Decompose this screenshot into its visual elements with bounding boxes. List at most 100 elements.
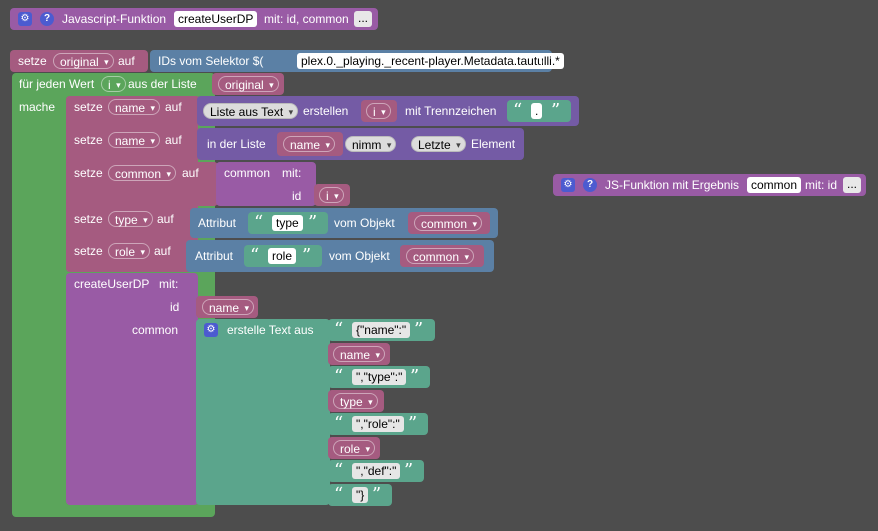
to-label: auf [118,54,135,68]
selector-block[interactable]: IDs vom Selektor $( plex.0._playing._rec… [150,50,564,72]
object-variable-block[interactable]: common [408,212,490,234]
list-mode-dropdown[interactable]: Liste aus Text [203,103,299,120]
variable-dropdown[interactable]: name [108,132,161,149]
set-common-block[interactable]: setze common auf [66,162,218,206]
variable-item-dropdown[interactable]: type [333,393,378,410]
id-variable-block[interactable]: name [196,296,258,318]
object-variable-block[interactable]: common [400,245,484,267]
js-function-params-label: mit: id [805,178,838,192]
call-common-block[interactable]: common mit: id [216,162,316,206]
variable-dropdown[interactable]: type [108,211,153,228]
variable-item-block[interactable]: type [328,390,384,412]
argument-variable-dropdown[interactable]: i [319,187,344,204]
do-label: mache [19,100,56,114]
attribute-key-block[interactable]: “ role ” [244,245,322,267]
argument-variable-block[interactable]: i [314,184,350,206]
list-variable-block[interactable]: original [212,73,284,95]
help-icon[interactable]: ? [40,12,54,26]
source-variable-block[interactable]: i [361,100,397,122]
gear-icon[interactable]: ⚙ [561,178,575,192]
id-variable-dropdown[interactable]: name [202,299,255,316]
variable-dropdown[interactable]: name [108,99,161,116]
function-params-label: mit: id, common [264,12,349,26]
function-more-button[interactable]: ... [354,11,373,27]
text-item-block[interactable]: “ ","role":" ” [328,413,428,435]
create-user-dp-call-block[interactable]: createUserDP mit: id common [66,273,198,505]
delimiter-input[interactable]: . [531,103,543,119]
js-function-more-button[interactable]: ... [843,177,862,193]
text-item-input[interactable]: ","def":" [352,463,401,479]
quote-close-icon: ” [372,484,382,505]
list-name-variable-block[interactable]: name [277,132,343,156]
object-variable-dropdown[interactable]: common [406,248,475,265]
attribute-type-block[interactable]: Attribut “ type ” vom Objekt common [190,208,498,238]
text-item-input[interactable]: ","role":" [352,416,404,432]
to-label: auf [154,244,171,258]
attribute-key-input[interactable]: role [268,248,297,264]
text-item-block[interactable]: “ {"name":" ” [328,319,435,341]
variable-item-dropdown[interactable]: name [333,346,386,363]
quote-close-icon: ” [551,100,561,121]
set-label: setze [74,212,103,226]
for-each-label: für jeden Wert [19,77,95,91]
variable-dropdown[interactable]: role [108,243,151,260]
variable-item-block[interactable]: role [328,437,380,459]
function-call-label: common [224,166,271,180]
object-variable-dropdown[interactable]: common [414,215,483,232]
quote-open-icon: “ [334,484,344,505]
list-variable-dropdown[interactable]: original [218,76,279,93]
js-function-name-field[interactable]: common [747,177,802,193]
selector-input[interactable]: plex.0._playing._recent-player.Metadata.… [297,53,564,69]
function-definition-block[interactable]: ⚙ ? Javascript-Funktion createUserDP mit… [10,8,378,30]
set-name-split-block[interactable]: setze name auf [66,96,200,126]
call-label: createUserDP [74,277,150,291]
quote-close-icon: ” [302,245,312,266]
selector-close-label: ) [539,54,543,68]
take-mode-dropdown[interactable]: nimm [345,136,397,153]
in-list-block[interactable]: in der Liste name nimm Letzte Element [197,128,524,160]
attribute-key-input[interactable]: type [272,215,303,231]
text-join-block[interactable]: ⚙ erstelle Text aus [196,319,330,505]
function-prefix-label: Javascript-Funktion [62,12,167,26]
set-original-block[interactable]: setze original auf [10,50,148,72]
quote-open-icon: “ [334,460,344,481]
delimiter-label: mit Trennzeichen [405,104,497,118]
help-icon[interactable]: ? [583,178,597,192]
variable-item-dropdown[interactable]: role [333,440,376,457]
gear-icon[interactable]: ⚙ [204,323,218,337]
set-type-block[interactable]: setze type auf [66,208,192,238]
set-label: setze [74,244,103,258]
text-item-block[interactable]: “ ","def":" ” [328,460,424,482]
set-label: setze [74,133,103,147]
set-name-last-block[interactable]: setze name auf [66,128,200,160]
list-name-dropdown[interactable]: name [283,136,336,153]
to-label: auf [165,133,182,147]
text-item-input[interactable]: {"name":" [352,322,411,338]
create-label: erstellen [303,104,349,118]
quote-open-icon: “ [250,245,260,266]
function-name-field[interactable]: createUserDP [174,11,258,27]
position-dropdown[interactable]: Letzte [411,136,466,153]
delimiter-text-block[interactable]: “ . ” [507,100,571,122]
source-variable-dropdown[interactable]: i [366,103,391,120]
loop-variable-dropdown[interactable]: i [101,76,126,93]
quote-close-icon: ” [410,366,420,387]
variable-dropdown[interactable]: original [53,53,114,70]
text-item-input[interactable]: "} [352,487,369,503]
variable-dropdown[interactable]: common [108,165,177,182]
text-item-block[interactable]: “ "} ” [328,484,392,506]
set-role-block[interactable]: setze role auf [66,240,190,272]
quote-close-icon: ” [308,212,318,233]
attribute-key-block[interactable]: “ type ” [248,212,328,234]
gear-icon[interactable]: ⚙ [18,12,32,26]
js-function-result-block[interactable]: ⚙ ? JS-Funktion mit Ergebnis common mit:… [553,174,866,196]
join-label: erstelle Text aus [227,323,314,337]
text-item-block[interactable]: “ ","type":" ” [328,366,430,388]
list-from-text-block[interactable]: Liste aus Text erstellen i mit Trennzeic… [197,96,579,126]
of-object-label: vom Objekt [334,216,395,230]
text-item-input[interactable]: ","type":" [352,369,407,385]
with-label: mit: [159,277,179,291]
attribute-role-block[interactable]: Attribut “ role ” vom Objekt common [186,240,494,272]
variable-item-block[interactable]: name [328,343,390,365]
to-label: auf [165,100,182,114]
